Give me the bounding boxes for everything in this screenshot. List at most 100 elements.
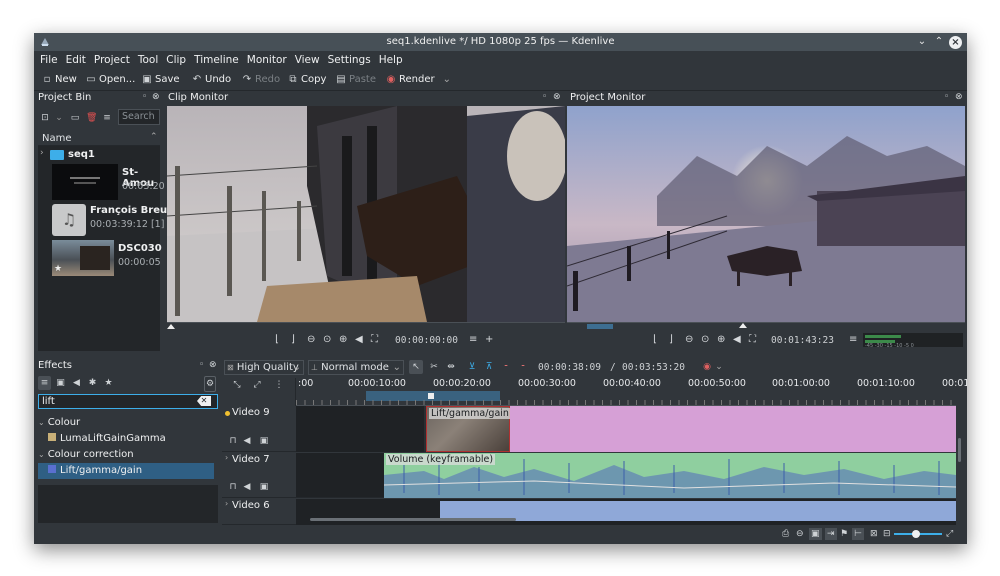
float-panel-icon[interactable]: ◦ (142, 92, 147, 102)
audio-thumbs-icon[interactable]: ⇥ (825, 528, 837, 540)
expand-tracks-icon[interactable]: ⤢ (250, 378, 264, 392)
mute-icon[interactable]: ◀ (242, 434, 252, 448)
quality-select[interactable]: ⊠ High Quality ⌄ (224, 360, 304, 375)
open-button[interactable]: ▭ Open... (86, 72, 135, 88)
list-view-icon[interactable]: ≡ (38, 376, 51, 390)
close-panel-icon[interactable]: ⊗ (955, 92, 963, 102)
menu-settings[interactable]: Settings (324, 51, 375, 69)
markers-icon[interactable]: ⚑ (840, 528, 848, 540)
play-icon[interactable]: ⊙ (701, 333, 709, 347)
project-monitor-ruler[interactable] (567, 322, 965, 329)
link-icon[interactable]: ⊖ (796, 528, 804, 540)
close-panel-icon[interactable]: ⊗ (209, 360, 217, 370)
copy-button[interactable]: ⧉ Copy (288, 72, 326, 88)
undo-button[interactable]: ↶ Undo (192, 72, 231, 88)
razor-tool-icon[interactable]: ✂ (427, 360, 441, 374)
expand-arrow-icon[interactable]: › (225, 499, 228, 508)
hide-track-icon[interactable]: ▣ (258, 480, 270, 494)
clip-pink[interactable] (510, 406, 956, 452)
settings-icon[interactable]: ⚙ (204, 376, 216, 392)
menu-tool[interactable]: Tool (134, 51, 162, 69)
set-in-icon[interactable]: ⌊ (653, 333, 657, 347)
float-panel-icon[interactable]: ◦ (944, 92, 949, 102)
track-header-video-7[interactable]: › Video 7 ⊓ ◀ ▣ (222, 453, 296, 498)
volume-icon[interactable]: ◀ (733, 333, 741, 347)
menu-lines-icon[interactable]: ≡ (469, 333, 477, 347)
timeline-ruler[interactable]: :00 00:00:10:00 00:00:20:00 00:00:30:00 … (296, 378, 967, 406)
clip-monitor-video[interactable] (167, 106, 565, 322)
record-icon[interactable]: ◉ (700, 360, 714, 374)
save-button[interactable]: ▣ Save (142, 72, 179, 88)
print-icon[interactable]: ⎙ (782, 528, 789, 540)
play-icon[interactable]: ⊙ (323, 333, 331, 347)
set-out-icon[interactable]: ⌋ (291, 333, 295, 347)
selection-tool-icon[interactable]: ↖ (409, 360, 423, 374)
extract-icon[interactable]: ⁃ (516, 360, 530, 374)
expand-arrow-icon[interactable]: › (40, 148, 44, 158)
clip-monitor-ruler[interactable] (167, 322, 565, 329)
effects-search-input[interactable]: lift (38, 394, 218, 409)
set-out-icon[interactable]: ⌋ (669, 333, 673, 347)
track-lane-video-9[interactable]: Lift/gamma/gain (296, 406, 956, 452)
float-panel-icon[interactable]: ◦ (542, 92, 547, 102)
rewind-icon[interactable]: ⊖ (307, 333, 315, 347)
zoom-fit-icon[interactable]: ⊠ (870, 528, 878, 540)
column-header-name[interactable]: Name (38, 131, 160, 146)
effect-item-selected[interactable]: Lift/gamma/gain (38, 463, 214, 479)
close-button[interactable]: × (949, 36, 962, 49)
new-button[interactable]: ▫ New (42, 72, 77, 88)
clip-blue[interactable] (440, 501, 956, 521)
chevron-down-icon[interactable]: ⌄ (714, 360, 724, 374)
track-header-video-6[interactable]: › Video 6 (222, 499, 296, 525)
track-options-icon[interactable]: ⋮ (272, 378, 286, 392)
menu-file[interactable]: File (34, 51, 62, 69)
effect-item[interactable]: LumaLiftGainGamma (38, 431, 218, 447)
bin-folder-row[interactable]: › seq1 (38, 148, 160, 162)
track-lane-video-6[interactable] (296, 499, 956, 525)
snap-icon[interactable]: ▣ (809, 528, 822, 540)
lift-icon[interactable]: ⁃ (499, 360, 513, 374)
menu-edit[interactable]: Edit (62, 51, 90, 69)
menu-timeline[interactable]: Timeline (190, 51, 243, 69)
add-marker-icon[interactable]: + (485, 333, 493, 347)
render-button[interactable]: ◉ Render ⌄ (386, 72, 451, 88)
chevron-down-icon[interactable]: ⌄ (54, 111, 64, 125)
clip-monitor-timecode[interactable]: 00:00:00:00 (395, 334, 458, 348)
menu-monitor[interactable]: Monitor (243, 51, 291, 69)
maximize-button[interactable]: ⌃ (931, 34, 947, 50)
rewind-icon[interactable]: ⊖ (685, 333, 693, 347)
insert-icon[interactable]: ⊻ (465, 360, 479, 374)
video-filter-icon[interactable]: ▣ (54, 376, 67, 390)
fit-zoom-icon[interactable]: ⤡ (230, 378, 244, 392)
sort-chevron-icon[interactable]: ⌃ (150, 132, 158, 142)
edit-mode-select[interactable]: ⊥ Normal mode ⌄ (308, 360, 404, 375)
playhead-marker[interactable] (428, 393, 434, 399)
effects-category-colour-correction[interactable]: ⌄ Colour correction (38, 447, 218, 463)
fullscreen-icon[interactable]: ⛶ (749, 333, 756, 347)
overwrite-icon[interactable]: ⊼ (482, 360, 496, 374)
volume-icon[interactable]: ◀ (355, 333, 363, 347)
ripple-icon[interactable]: ⊢ (852, 528, 864, 540)
menu-view[interactable]: View (291, 51, 324, 69)
paste-button[interactable]: ▤ Paste (336, 72, 376, 88)
close-panel-icon[interactable]: ⊗ (152, 92, 160, 102)
delete-icon[interactable]: 🗑 (86, 111, 97, 125)
spacer-tool-icon[interactable]: ⇹ (444, 360, 458, 374)
effects-category-colour[interactable]: ⌄ Colour (38, 415, 218, 431)
forward-icon[interactable]: ⊕ (339, 333, 347, 347)
lock-icon[interactable]: ⊓ (228, 434, 238, 448)
menu-lines-icon[interactable]: ≡ (849, 333, 857, 347)
new-folder-icon[interactable]: ▭ (70, 111, 80, 125)
minimize-button[interactable]: ⌄ (914, 34, 930, 50)
expand-arrow-icon[interactable]: › (225, 453, 228, 462)
timeline-position[interactable]: 00:00:38:09 (538, 362, 601, 373)
fullscreen-icon[interactable]: ⛶ (371, 333, 378, 347)
close-panel-icon[interactable]: ⊗ (553, 92, 561, 102)
favorite-star-icon[interactable]: ★ (102, 376, 115, 390)
hide-track-icon[interactable]: ▣ (258, 434, 270, 448)
set-in-icon[interactable]: ⌊ (275, 333, 279, 347)
float-panel-icon[interactable]: ◦ (199, 360, 204, 370)
bin-clip-row[interactable]: St-Amou 00:03:20 (52, 164, 165, 200)
redo-button[interactable]: ↷ Redo (242, 72, 280, 88)
menu-help[interactable]: Help (375, 51, 407, 69)
